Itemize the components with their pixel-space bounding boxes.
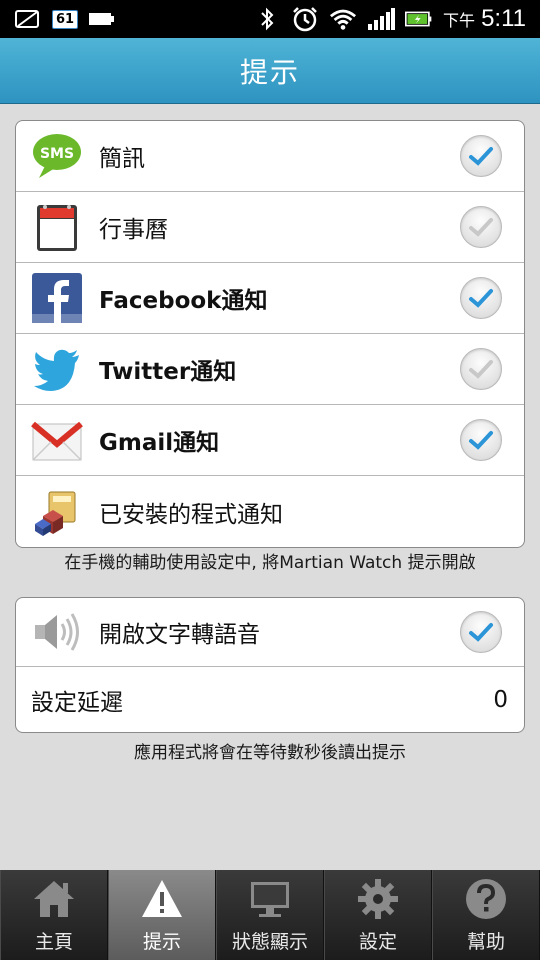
- row-label: 行事曆: [99, 217, 168, 243]
- tab-status-display[interactable]: 狀態顯示: [216, 870, 324, 960]
- row-label: Facebook通知: [99, 288, 268, 314]
- gear-icon: [356, 877, 400, 921]
- warning-icon: [140, 877, 184, 921]
- tab-settings[interactable]: 設定: [324, 870, 432, 960]
- gmail-icon: [31, 414, 83, 466]
- sms-icon: SMS: [31, 130, 83, 182]
- delay-value: 0: [493, 686, 508, 713]
- row-calendar[interactable]: 行事曆: [16, 192, 524, 263]
- row-label: 已安裝的程式通知: [99, 501, 283, 528]
- wifi-icon: [329, 8, 357, 30]
- speaker-icon: [31, 606, 83, 658]
- tts-note: 應用程式將會在等待數秒後讀出提示: [134, 743, 406, 763]
- row-gmail[interactable]: Gmail通知: [16, 405, 524, 476]
- tab-home[interactable]: 主頁: [0, 870, 108, 960]
- checkbox-calendar[interactable]: [460, 206, 502, 248]
- status-bar: 61 下午 5:11: [0, 0, 540, 38]
- bluetooth-icon: [253, 7, 281, 31]
- page-title: 提示: [239, 55, 300, 89]
- tab-label: 提示: [142, 931, 181, 953]
- accessibility-note: 在手機的輔助使用設定中, 將Martian Watch 提示開啟: [64, 553, 476, 573]
- tab-label: 幫助: [466, 931, 505, 953]
- row-label: 設定延遲: [31, 689, 123, 716]
- twitter-icon: [31, 343, 83, 395]
- svg-text:SMS: SMS: [40, 146, 74, 162]
- row-label: 簡訊: [99, 146, 145, 172]
- help-icon: [464, 877, 508, 921]
- checkbox-facebook[interactable]: [460, 277, 502, 319]
- facebook-icon: [31, 272, 83, 324]
- no-sim-icon: [14, 8, 42, 30]
- battery-charging-icon: [405, 8, 433, 30]
- row-label: Gmail通知: [99, 430, 220, 456]
- checkbox-tts[interactable]: [460, 611, 502, 653]
- tab-help[interactable]: 幫助: [432, 870, 540, 960]
- tab-alerts[interactable]: 提示: [108, 870, 216, 960]
- row-tts[interactable]: 開啟文字轉語音: [16, 598, 524, 667]
- alarm-icon: [291, 7, 319, 32]
- ampm-label: 下午: [443, 11, 476, 30]
- row-label: 開啟文字轉語音: [99, 622, 260, 648]
- title-bar: 提示: [0, 38, 540, 104]
- battery-small-icon: [88, 8, 116, 30]
- row-facebook[interactable]: Facebook通知: [16, 263, 524, 334]
- signal-icon: [367, 8, 396, 30]
- row-label: Twitter通知: [99, 359, 237, 385]
- checkbox-twitter[interactable]: [460, 348, 502, 390]
- row-sms[interactable]: SMS 簡訊: [16, 121, 524, 192]
- monitor-icon: [248, 877, 292, 921]
- calendar-icon: [31, 201, 83, 253]
- tab-label: 主頁: [34, 931, 73, 953]
- apps-icon: [31, 486, 83, 538]
- notification-badge: 61: [52, 9, 79, 29]
- content-area: SMS 簡訊 行事曆 Facebook通知 Twitter通知 Gmail通知 …: [0, 104, 540, 870]
- tts-card: 開啟文字轉語音 設定延遲 0: [15, 597, 525, 733]
- home-icon: [32, 877, 76, 921]
- row-delay[interactable]: 設定延遲 0: [16, 667, 524, 732]
- row-installed-apps[interactable]: 已安裝的程式通知: [16, 476, 524, 547]
- tab-label: 設定: [358, 931, 397, 953]
- checkbox-gmail[interactable]: [460, 419, 502, 461]
- row-twitter[interactable]: Twitter通知: [16, 334, 524, 405]
- clock: 5:11: [481, 5, 526, 32]
- notifications-card: SMS 簡訊 行事曆 Facebook通知 Twitter通知 Gmail通知 …: [15, 120, 525, 548]
- checkbox-sms[interactable]: [460, 135, 502, 177]
- bottom-tab-bar: 主頁 提示 狀態顯示 設定 幫助: [0, 870, 540, 960]
- tab-label: 狀態顯示: [231, 931, 308, 953]
